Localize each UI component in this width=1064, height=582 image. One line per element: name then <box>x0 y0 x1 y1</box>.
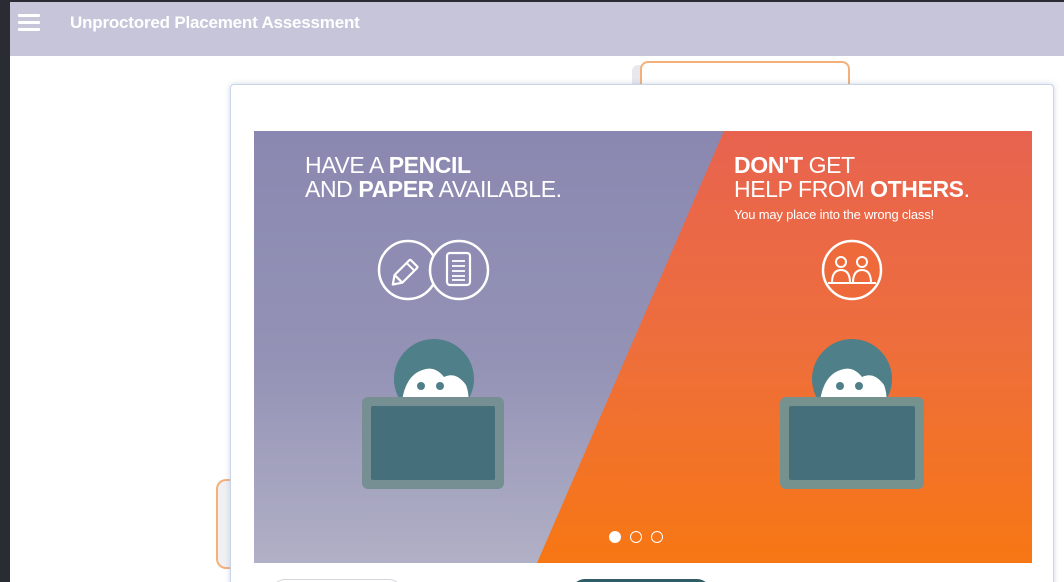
pencil-icon <box>377 239 439 301</box>
carousel-slide: HAVE A PENCIL AND PAPER AVAILABLE. DON'T… <box>254 131 1032 563</box>
carousel-dot-2[interactable] <box>630 531 642 543</box>
paper-icon <box>428 239 490 301</box>
two-people-icon <box>821 239 883 301</box>
app-window: Unproctored Placement Assessment HAVE A … <box>10 2 1064 582</box>
onboarding-modal: HAVE A PENCIL AND PAPER AVAILABLE. DON'T… <box>230 84 1054 582</box>
carousel-dot-1[interactable] <box>609 531 621 543</box>
carousel-dot-3[interactable] <box>651 531 663 543</box>
hamburger-menu-icon[interactable] <box>18 14 40 32</box>
top-bar: Unproctored Placement Assessment <box>10 2 1064 56</box>
no-help-subtext: You may place into the wrong class! <box>734 207 934 222</box>
page-title: Unproctored Placement Assessment <box>70 13 360 32</box>
pencil-paper-heading: HAVE A PENCIL AND PAPER AVAILABLE. <box>305 152 562 202</box>
no-help-heading: DON'T GET HELP FROM OTHERS. <box>734 152 970 202</box>
carousel-indicators <box>609 531 669 547</box>
